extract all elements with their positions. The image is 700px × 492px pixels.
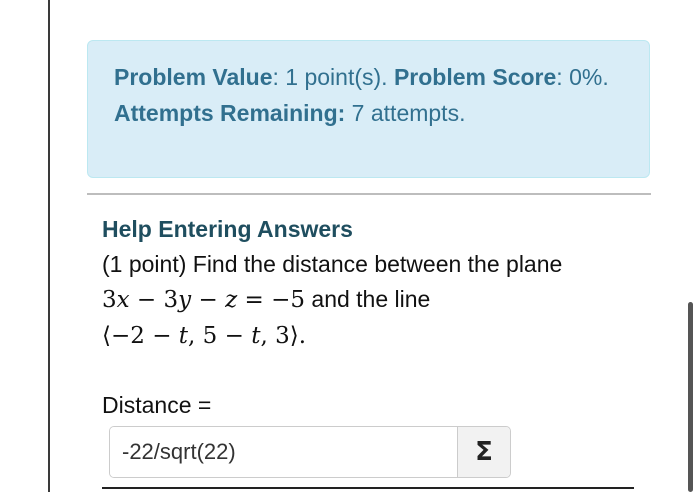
vertical-scrollbar[interactable]	[688, 302, 693, 492]
help-entering-answers-link[interactable]: Help Entering Answers	[102, 212, 632, 247]
answer-underline	[102, 487, 634, 489]
line-vector: ⟨−2 − t, 5 − t, 3⟩.	[102, 323, 307, 349]
problem-score-text: : 0%.	[556, 64, 609, 90]
attempts-remaining-text: 7 attempts.	[345, 100, 466, 126]
problem-intro-text: (1 point) Find the distance between the …	[102, 251, 563, 277]
section-divider	[87, 193, 651, 195]
distance-label: Distance =	[102, 392, 212, 418]
and-the-line-text: and the line	[305, 286, 431, 312]
left-border-line	[48, 0, 50, 492]
sigma-icon: Σ	[475, 437, 493, 467]
problem-value-text: : 1 point(s).	[272, 64, 394, 90]
equation-editor-button[interactable]: Σ	[457, 427, 510, 477]
problem-body: Help Entering Answers (1 point) Find the…	[102, 212, 632, 354]
plane-line-statement: 3x − 3y − z = −5 and the line	[102, 282, 632, 318]
problem-value-label: Problem Value	[114, 64, 273, 90]
plane-equation: 3x − 3y − z = −5	[102, 287, 306, 313]
problem-info-alert: Problem Value: 1 point(s). Problem Score…	[87, 40, 650, 178]
answer-input-group: Σ	[109, 426, 511, 478]
attempts-remaining-label: Attempts Remaining:	[114, 100, 346, 126]
distance-answer-input[interactable]	[110, 427, 457, 477]
problem-score-label: Problem Score	[393, 64, 557, 90]
